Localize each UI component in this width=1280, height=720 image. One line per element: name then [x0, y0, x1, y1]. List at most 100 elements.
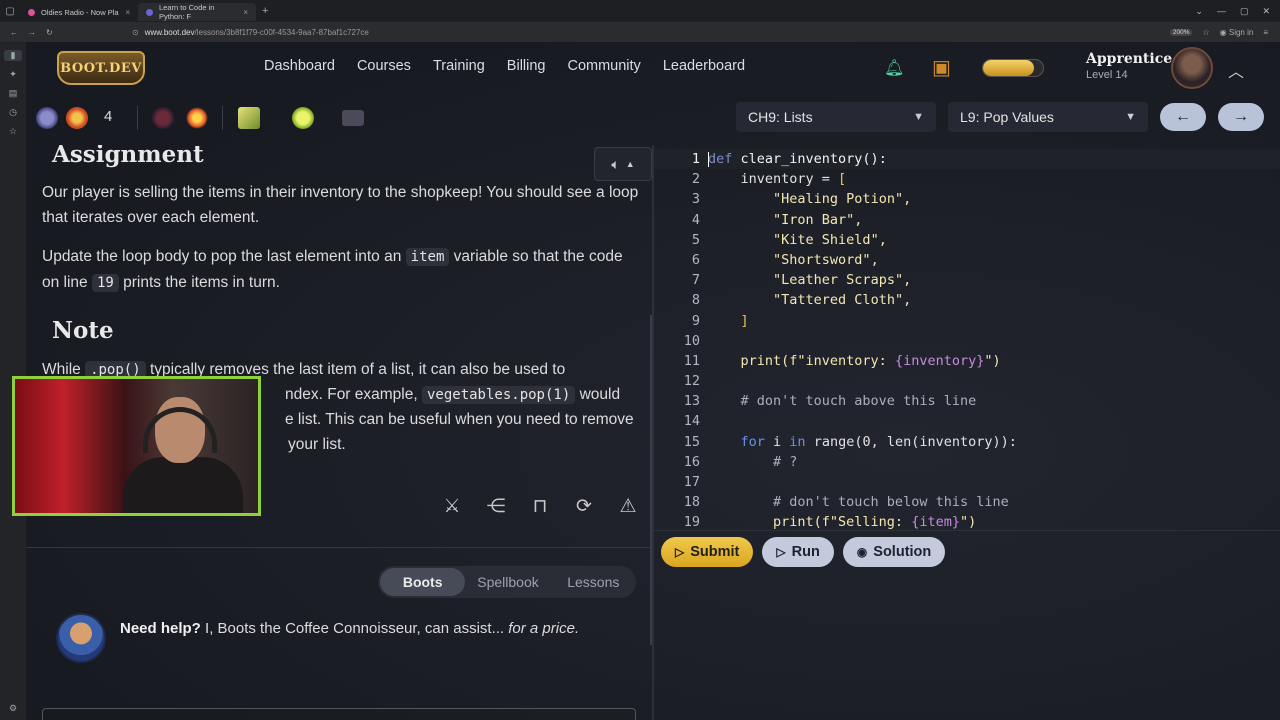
chevron-down-icon: ▼ — [1125, 111, 1136, 123]
code-line: 8 "Tattered Cloth", — [691, 292, 912, 309]
tab-boots[interactable]: Boots — [380, 568, 466, 596]
gem-icon[interactable] — [36, 107, 58, 129]
browser-tab-bootdev[interactable]: Learn to Code in Python: F × — [138, 3, 256, 21]
top-nav: BOOT.DEV Dashboard Courses Training Bill… — [26, 42, 1280, 94]
help-tabs: Boots Spellbook Lessons — [378, 566, 636, 598]
nav-training[interactable]: Training — [433, 58, 485, 74]
user-level: Level 14 — [1086, 69, 1128, 81]
nav-dashboard[interactable]: Dashboard — [264, 58, 335, 74]
site-info-icon[interactable]: ⊙ — [132, 28, 139, 37]
inline-code: item — [405, 248, 450, 266]
lesson-toolbar: 4 CH9: Lists ▼ L9: Pop Values ▼ ← → — [26, 94, 1280, 140]
share-icon[interactable]: ⋲ — [486, 495, 506, 518]
music-icon — [28, 8, 35, 16]
sword-cross-icon[interactable]: ⚔ — [442, 495, 462, 518]
inline-code: 19 — [91, 274, 119, 292]
prev-lesson-button[interactable]: ← — [1160, 103, 1206, 131]
sidebar-favorites-icon[interactable]: ☆ — [9, 126, 17, 137]
maximize-icon[interactable]: ▢ — [1240, 6, 1249, 17]
notification-bell-icon[interactable]: 🔔︎ — [884, 58, 904, 78]
headphones — [143, 407, 217, 453]
bootdev-logo[interactable]: BOOT.DEV — [56, 48, 146, 88]
lesson-actions: ⚔ ⋲ ⊓ ⟳ ⚠ — [442, 495, 638, 518]
speaker-icon: 🔈︎ — [611, 155, 620, 172]
zoom-indicator[interactable]: 200% — [1169, 28, 1193, 36]
bookmark-star-icon[interactable]: ☆ — [1202, 28, 1209, 37]
sidebar-toggle-icon[interactable]: ▮ — [4, 50, 22, 61]
note-heading: Note — [52, 317, 114, 344]
browser-menu-icon[interactable]: ≡ — [1263, 28, 1268, 37]
sidebar-settings-icon[interactable]: ⚙ — [9, 703, 17, 714]
sign-in-button[interactable]: ◉ Sign in — [1220, 28, 1254, 37]
close-tab-icon[interactable]: × — [243, 8, 248, 17]
boots-avatar — [56, 613, 106, 663]
streak-icon[interactable] — [66, 107, 88, 129]
chest-icon[interactable] — [342, 110, 364, 126]
url-field[interactable]: ⊙ www.boot.dev/lessons/3b8f1f79-c00f-453… — [132, 28, 369, 37]
window-menu-icon[interactable]: ▢ — [0, 0, 20, 22]
code-line: 2 inventory = [ — [691, 171, 847, 188]
code-line: 11 print(f"inventory: {inventory}") — [683, 352, 1001, 369]
chevron-up-icon: ▲ — [625, 159, 635, 169]
code-line: 15 for i in range(0, len(inventory)): — [683, 433, 1017, 450]
user-avatar[interactable] — [1171, 47, 1213, 89]
sidebar-bookmarks-icon[interactable]: ▤ — [9, 88, 18, 99]
note-line-3: e list. This can be useful when you need… — [285, 411, 634, 428]
browser-tab-bar: ▢ Oldies Radio - Now Pla × Learn to Code… — [0, 0, 1280, 22]
run-button[interactable]: ▷ Run — [762, 537, 834, 567]
submit-button[interactable]: ▷ Submit — [661, 537, 754, 567]
browser-tab-oldies[interactable]: Oldies Radio - Now Pla × — [20, 3, 138, 21]
bookmark-icon[interactable]: ⊓ — [530, 495, 550, 518]
report-warning-icon[interactable]: ⚠ — [618, 495, 638, 518]
nav-billing[interactable]: Billing — [507, 58, 546, 74]
webcam-overlay — [12, 376, 261, 516]
audio-button[interactable]: 🔈︎ ▲ — [594, 147, 652, 181]
tab-list-icon[interactable]: ⌄ — [1195, 6, 1203, 17]
code-line: 1 def clear_inventory(): — [691, 151, 887, 167]
tab-title: Learn to Code in Python: F — [159, 3, 215, 21]
new-tab-icon[interactable]: + — [262, 5, 268, 17]
code-line: 10 — [683, 332, 700, 349]
tab-lessons[interactable]: Lessons — [551, 574, 636, 590]
forward-icon[interactable]: → — [28, 28, 36, 37]
refresh-icon[interactable]: ⟳ — [574, 495, 594, 518]
rank-title: Apprentice — [1086, 51, 1173, 67]
assignment-heading: Assignment — [52, 145, 204, 168]
reload-icon[interactable]: ↻ — [46, 28, 53, 37]
editor-actions: ▷ Submit ▷ Run ◉ Solution — [661, 537, 946, 567]
close-window-icon[interactable]: ✕ — [1262, 6, 1270, 17]
eye-icon: ◉ — [856, 545, 868, 559]
code-line: 12 — [683, 373, 700, 390]
code-editor[interactable]: 1 def clear_inventory(): 2 inventory = [ … — [654, 145, 1280, 530]
potion-dark-icon[interactable] — [152, 107, 174, 129]
back-icon[interactable]: ← — [10, 28, 18, 37]
code-line: 5 "Kite Shield", — [691, 231, 887, 248]
url-path: /lessons/3b8f1f79-c00f-4534-9aa7-87baf1c… — [194, 27, 369, 37]
note-line-2: ndex. For example, vegetables.pop(1) wou… — [285, 386, 621, 404]
lesson-select[interactable]: L9: Pop Values ▼ — [948, 102, 1148, 132]
nav-community[interactable]: Community — [567, 58, 640, 74]
chapter-select[interactable]: CH9: Lists ▼ — [736, 102, 936, 132]
treasure-chest-icon[interactable]: ▣ — [932, 55, 960, 81]
close-tab-icon[interactable]: × — [125, 8, 130, 17]
sword-icon[interactable] — [238, 107, 260, 129]
inline-code: vegetables.pop(1) — [421, 386, 576, 404]
code-line: 7 "Leather Scraps", — [691, 272, 912, 289]
chat-input[interactable] — [42, 708, 636, 720]
chevron-up-icon[interactable]: ︿ — [1228, 58, 1244, 82]
nav-leaderboard[interactable]: Leaderboard — [663, 58, 745, 74]
minimize-icon[interactable]: — — [1217, 6, 1226, 17]
xp-progress-fill — [983, 60, 1034, 76]
solution-button[interactable]: ◉ Solution — [842, 537, 946, 567]
next-lesson-button[interactable]: → — [1218, 103, 1264, 131]
play-icon: ▷ — [776, 545, 786, 559]
url-domain: www.boot.dev — [144, 27, 195, 37]
flame-icon[interactable] — [186, 107, 208, 129]
elixir-icon[interactable] — [292, 107, 314, 129]
tab-spellbook[interactable]: Spellbook — [465, 574, 550, 590]
xp-progress-bar — [982, 59, 1044, 77]
sidebar-history-icon[interactable]: ◷ — [9, 107, 17, 118]
sidebar-ai-icon[interactable]: ✦ — [9, 69, 17, 80]
nav-courses[interactable]: Courses — [357, 58, 411, 74]
code-line: 6 "Shortsword", — [691, 251, 879, 268]
